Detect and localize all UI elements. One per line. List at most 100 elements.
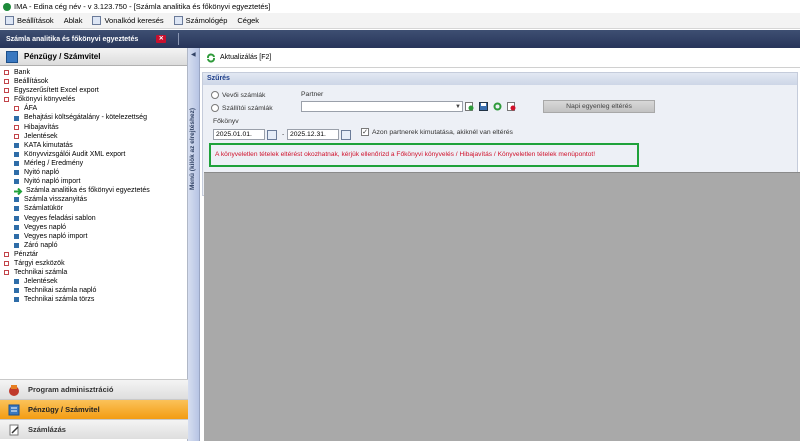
item-bullet-icon <box>14 279 19 285</box>
sidebar-item[interactable]: Záró napló <box>0 241 187 250</box>
date-from-input[interactable]: 2025.01.01. <box>213 129 265 140</box>
sidebar-item-label: Nyitó napló <box>24 169 60 177</box>
sidebar-item[interactable]: Beállítások <box>0 77 187 86</box>
item-bullet-icon <box>14 242 19 248</box>
sidebar-item-label: Technikai számla <box>14 269 68 277</box>
document-tab-bar: Számla analitika és főkönyvi egyeztetés … <box>0 30 800 48</box>
sidebar-item[interactable]: Számla analitika és főkönyvi egyeztetés <box>0 186 187 195</box>
item-bullet-icon <box>14 160 19 166</box>
menu-settings[interactable]: Beállítások <box>0 13 59 29</box>
date-separator: - <box>282 131 285 138</box>
sidebar-item-label: Számla visszanyitás <box>24 196 88 204</box>
sidebar-collapse-strip[interactable]: ◀ Menü (kilök az elrejtéshez) <box>188 48 200 441</box>
sidebar-item[interactable]: Pénztár <box>0 250 187 259</box>
menu-window[interactable]: Ablak <box>59 13 88 29</box>
sidebar-item[interactable]: KATA kimutatás <box>0 141 187 150</box>
radio-circle <box>211 104 219 112</box>
date-to-input[interactable]: 2025.12.31. <box>287 129 339 140</box>
item-bullet-icon <box>14 288 19 294</box>
tab-szamla-analitika[interactable]: Számla analitika és főkönyvi egyeztetés … <box>0 30 172 48</box>
napi-egyenleg-button[interactable]: Napi egyenleg eltérés <box>543 100 655 113</box>
sidebar-item[interactable]: Technikai számla törzs <box>0 295 187 304</box>
sidebar-item[interactable]: Jelentések <box>0 132 187 141</box>
radio-szallitoi[interactable]: Szállítói számlák <box>211 104 273 112</box>
item-bullet-icon <box>14 142 19 148</box>
sidebar-item[interactable]: Mérleg / Eredmény <box>0 159 187 168</box>
refresh-button[interactable]: Aktualizálás [F2] <box>220 54 271 61</box>
sidebar-item-label: Vegyes napló <box>24 223 67 231</box>
menu-tree: Bank Beállítások Egyszerűsített Excel expo… <box>0 66 187 304</box>
sidebar-item[interactable]: Bank <box>0 68 187 77</box>
nav-program-admin[interactable]: Program adminisztráció <box>0 379 188 399</box>
folder-bullet-icon <box>4 79 9 85</box>
sidebar-item-label: Technikai számla napló <box>24 287 97 295</box>
sidebar-item-label: Számla analitika és főkönyvi egyeztetés <box>26 187 150 195</box>
sidebar-item[interactable]: Számlatükör <box>0 204 187 213</box>
sidebar-item[interactable]: Hibajavítás <box>0 123 187 132</box>
invoice-icon <box>9 424 19 435</box>
sidebar-item[interactable]: Vegyes napló import <box>0 232 187 241</box>
sidebar-item-label: Bank <box>14 69 30 76</box>
main-toolbar: Aktualizálás [F2] <box>200 48 800 68</box>
sidebar-item-label: Főkönyvi könyvelés <box>14 96 76 104</box>
folder-bullet-icon <box>4 97 9 103</box>
sidebar-item[interactable]: Számla visszanyitás <box>0 195 187 204</box>
window-titlebar: IMA - Edina cég név - v 3.123.750 - [Szá… <box>0 0 800 13</box>
calendar-icon[interactable] <box>267 130 277 140</box>
sidebar-header: Pénzügy / Számvitel <box>0 48 187 66</box>
sidebar-item[interactable]: Nyitó napló import <box>0 177 187 186</box>
sidebar-item-label: Nyitó napló import <box>24 178 81 186</box>
sidebar-item[interactable]: Főkönyvi könyvelés <box>0 95 187 104</box>
calculator-icon <box>173 16 183 25</box>
partner-combo[interactable]: ▼ <box>301 101 463 112</box>
settings-icon <box>5 16 14 25</box>
sidebar-item[interactable]: Vegyes napló <box>0 223 187 232</box>
sidebar-item-label: Behajtási költségátalány - kötelezettség <box>24 114 147 122</box>
folder-bullet-icon <box>4 251 9 257</box>
add-partner-icon[interactable] <box>465 102 474 111</box>
menu-calculator[interactable]: Számológép <box>169 13 233 29</box>
finance-icon <box>6 50 18 63</box>
radio-vevoi[interactable]: Vevői számlák <box>211 91 265 99</box>
sidebar-item-label: KATA kimutatás <box>24 141 73 149</box>
sidebar-item[interactable]: Tárgyi eszközök <box>0 259 187 268</box>
nav-penzugy-szamvitel[interactable]: Pénzügy / Számvitel <box>0 399 188 419</box>
close-tab-icon[interactable]: ✕ <box>156 35 167 43</box>
menu-barcode-search[interactable]: Vonalkód keresés <box>87 13 168 29</box>
folder-bullet-icon <box>4 70 9 76</box>
checkbox-box: ✓ <box>361 128 369 136</box>
sidebar-item[interactable]: Technikai számla <box>0 268 187 277</box>
sidebar-item-label: Záró napló <box>24 241 58 249</box>
folder-bullet-icon <box>14 106 19 112</box>
sidebar-item[interactable]: Vegyes feladási sablon <box>0 214 187 223</box>
sidebar-item[interactable]: Jelentések <box>0 277 187 286</box>
eltérés-checkbox[interactable]: ✓ Azon partnerek kimutatása, akiknél van … <box>361 128 513 136</box>
sidebar-item[interactable]: ÁFA <box>0 104 187 113</box>
sidebar-item-label: Egyszerűsített Excel export <box>14 87 99 95</box>
refresh-icon[interactable] <box>206 52 216 63</box>
warning-message: A könyveletlen tételek eltérést okozhatn… <box>209 143 639 167</box>
main-panel: Aktualizálás [F2] Szűrés Vevői számlák S… <box>200 48 800 441</box>
folder-bullet-icon <box>4 88 9 94</box>
sidebar-item-label: ÁFA <box>24 105 38 113</box>
menu-companies[interactable]: Cégek <box>232 13 264 29</box>
nav-szamlazas[interactable]: Számlázás <box>0 419 188 439</box>
item-bullet-icon <box>14 151 19 157</box>
delete-partner-icon[interactable] <box>507 102 516 111</box>
sidebar-item-label: Tárgyi eszközök <box>14 259 65 267</box>
sidebar-item[interactable]: Könyvvizsgálói Audit XML export <box>0 150 187 159</box>
calendar-icon[interactable] <box>341 130 351 140</box>
sidebar-item[interactable]: Egyszerűsített Excel export <box>0 86 187 95</box>
item-bullet-icon <box>14 115 19 121</box>
admin-icon <box>9 384 19 396</box>
current-arrow-icon <box>14 187 24 195</box>
sidebar-item[interactable]: Behajtási költségátalány - kötelezettség <box>0 113 187 122</box>
sidebar-item[interactable]: Technikai számla napló <box>0 286 187 295</box>
sidebar-item-label: Jelentések <box>24 132 58 140</box>
save-icon[interactable] <box>479 102 488 111</box>
refresh-partner-icon[interactable] <box>493 102 502 111</box>
sidebar-item[interactable]: Nyitó napló <box>0 168 187 177</box>
collapse-arrow-icon[interactable]: ◀ <box>191 51 196 58</box>
menu-bar: Beállítások Ablak Vonalkód keresés Számo… <box>0 13 800 29</box>
item-bullet-icon <box>14 170 19 176</box>
